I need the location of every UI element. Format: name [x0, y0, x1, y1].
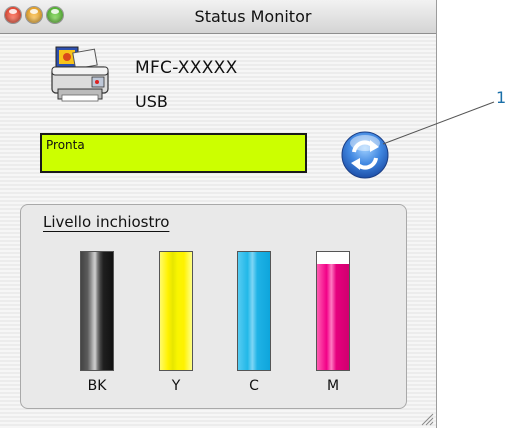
resize-grip-icon[interactable] — [418, 410, 434, 426]
ink-label-bk: BK — [87, 378, 107, 394]
ink-cartridge-m — [316, 251, 350, 371]
window-title: Status Monitor — [194, 7, 312, 26]
ink-level-group: Livello inchiostro BK Y C M — [20, 204, 407, 409]
title-bar[interactable]: Status Monitor — [0, 0, 436, 34]
ink-cartridge-bk — [80, 251, 114, 371]
ink-label-c: C — [249, 378, 259, 394]
device-connection: USB — [135, 92, 168, 111]
device-model: MFC-XXXXX — [135, 58, 238, 78]
status-monitor-window: Status Monitor MFC-XXXXX USB Pronta Live… — [0, 0, 437, 428]
status-text: Pronta — [46, 138, 85, 152]
refresh-button[interactable] — [340, 130, 390, 180]
ink-level-label: Livello inchiostro — [43, 213, 170, 231]
ink-cartridge-c — [237, 251, 271, 371]
status-display: Pronta — [40, 133, 307, 173]
printer-icon — [51, 46, 109, 102]
callout-number: 1 — [496, 88, 507, 107]
ink-cartridge-y — [159, 251, 193, 371]
ink-label-y: Y — [171, 378, 181, 394]
ink-label-m: M — [326, 378, 340, 394]
ink-fill-m — [317, 263, 349, 370]
